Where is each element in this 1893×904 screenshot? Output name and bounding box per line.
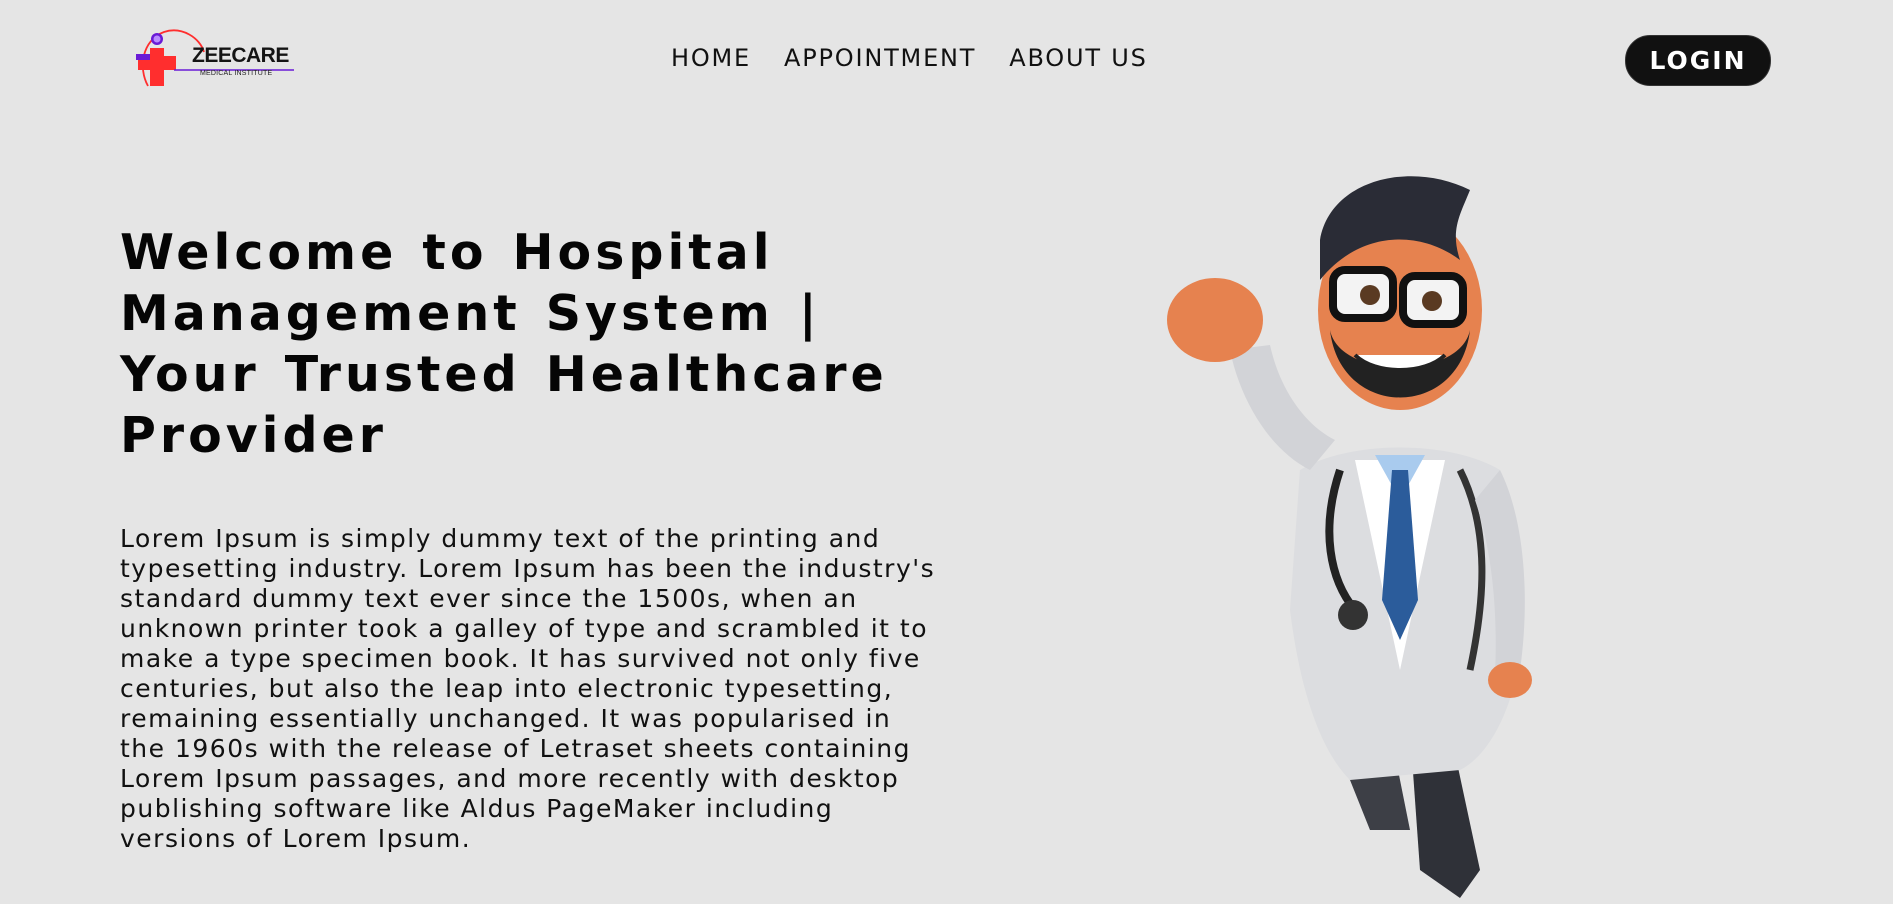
nav-about-link[interactable]: ABOUT US	[1009, 46, 1147, 70]
brand-tagline: MEDICAL INSTITUTE	[200, 70, 273, 77]
hero-doctor-image	[1120, 170, 1640, 900]
brand-name: ZEECARE	[192, 44, 289, 67]
login-button[interactable]: LOGIN	[1625, 35, 1771, 86]
brand-logo[interactable]: ZEECARE MEDICAL INSTITUTE	[134, 28, 296, 94]
hero-description: Lorem Ipsum is simply dummy text of the …	[120, 524, 936, 853]
nav-home-link[interactable]: HOME	[671, 46, 751, 70]
doctor-illustration-icon	[1167, 176, 1532, 898]
main-nav: HOME APPOINTMENT ABOUT US	[671, 46, 1148, 70]
nav-appointment-link[interactable]: APPOINTMENT	[784, 46, 976, 70]
hero-title: Welcome to Hospital Management System | …	[120, 224, 888, 464]
